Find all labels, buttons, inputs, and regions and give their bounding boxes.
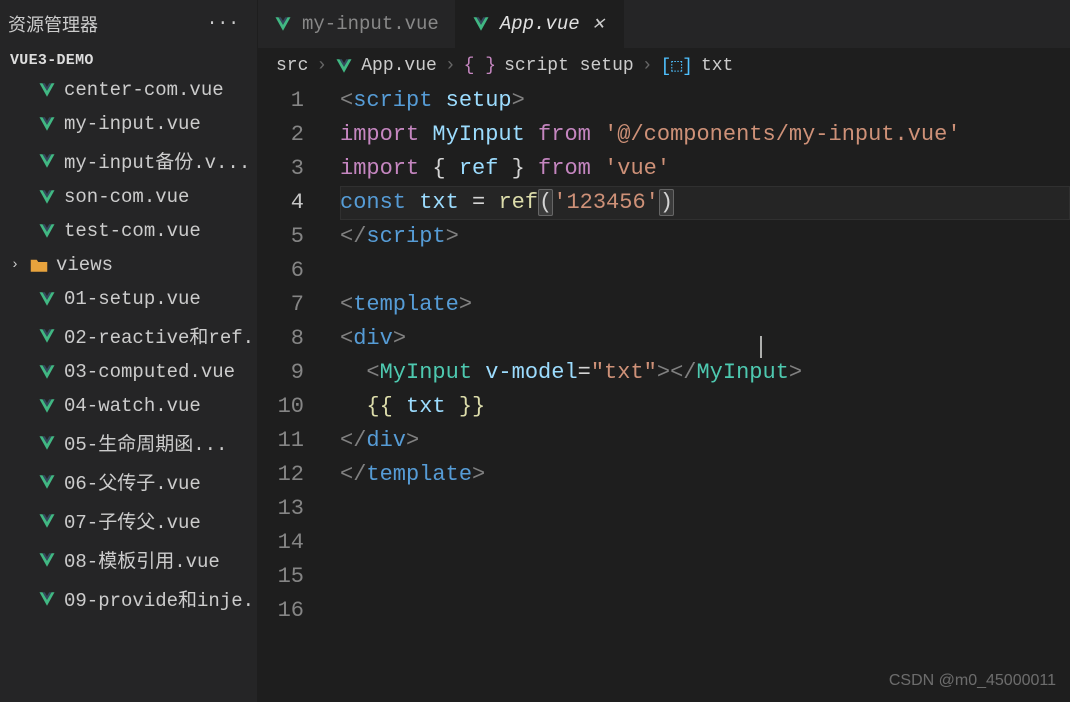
vue-icon bbox=[38, 551, 56, 569]
chevron-right-icon: › bbox=[642, 56, 653, 76]
file-item[interactable]: 01-setup.vue bbox=[0, 282, 257, 316]
file-item[interactable]: test-com.vue bbox=[0, 214, 257, 248]
file-item[interactable]: 07-子传父.vue bbox=[0, 501, 257, 540]
line-gutter: 12345678910111213141516 bbox=[258, 84, 322, 702]
vue-icon bbox=[38, 397, 56, 415]
chevron-right-icon: › bbox=[8, 257, 22, 273]
code-content[interactable]: <script setup> import MyInput from '@/co… bbox=[322, 84, 1070, 702]
file-item[interactable]: my-input.vue bbox=[0, 107, 257, 141]
breadcrumb-segment[interactable]: txt bbox=[701, 56, 733, 76]
vue-icon bbox=[38, 152, 56, 170]
explorer-sidebar: 资源管理器 ··· VUE3-DEMO center-com.vue my-inp… bbox=[0, 0, 258, 702]
tree-item-label: 05-生命周期函... bbox=[64, 429, 227, 456]
tab-label: my-input.vue bbox=[302, 13, 439, 35]
vue-icon bbox=[38, 473, 56, 491]
line-number: 14 bbox=[258, 526, 304, 560]
line-number: 9 bbox=[258, 356, 304, 390]
file-item[interactable]: center-com.vue bbox=[0, 73, 257, 107]
file-item[interactable]: 05-生命周期函... bbox=[0, 423, 257, 462]
tab-label: App.vue bbox=[500, 13, 580, 35]
vue-icon bbox=[38, 512, 56, 530]
vue-icon bbox=[38, 115, 56, 133]
line-number: 5 bbox=[258, 220, 304, 254]
chevron-right-icon: › bbox=[316, 56, 327, 76]
line-number: 6 bbox=[258, 254, 304, 288]
line-number: 7 bbox=[258, 288, 304, 322]
tree-item-label: 06-父传子.vue bbox=[64, 468, 201, 495]
folder-icon bbox=[30, 257, 48, 273]
vue-icon bbox=[472, 15, 490, 33]
breadcrumb-segment[interactable]: App.vue bbox=[361, 56, 437, 76]
line-number: 12 bbox=[258, 458, 304, 492]
vue-icon bbox=[38, 188, 56, 206]
tree-item-label: 02-reactive和ref.... bbox=[64, 322, 257, 349]
file-item[interactable]: 03-computed.vue bbox=[0, 355, 257, 389]
vue-icon bbox=[38, 434, 56, 452]
tree-item-label: 09-provide和inje... bbox=[64, 585, 257, 612]
file-item[interactable]: 02-reactive和ref.... bbox=[0, 316, 257, 355]
tab-App-vue[interactable]: App.vue ✕ bbox=[456, 0, 624, 48]
vue-icon bbox=[38, 363, 56, 381]
breadcrumb-segment[interactable]: src bbox=[276, 56, 308, 76]
tree-item-label: test-com.vue bbox=[64, 220, 201, 242]
tree-item-label: son-com.vue bbox=[64, 186, 189, 208]
line-number: 8 bbox=[258, 322, 304, 356]
vue-icon bbox=[335, 57, 353, 75]
line-number: 2 bbox=[258, 118, 304, 152]
text-cursor bbox=[760, 336, 762, 358]
file-item[interactable]: son-com.vue bbox=[0, 180, 257, 214]
file-item[interactable]: 04-watch.vue bbox=[0, 389, 257, 423]
line-number: 3 bbox=[258, 152, 304, 186]
more-icon[interactable]: ··· bbox=[201, 14, 245, 34]
tree-item-label: views bbox=[56, 254, 113, 276]
symbol-icon: [⬚] bbox=[661, 55, 693, 77]
file-item[interactable]: my-input备份.v... bbox=[0, 141, 257, 180]
tree-item-label: 04-watch.vue bbox=[64, 395, 201, 417]
project-name: VUE3-DEMO bbox=[10, 52, 94, 69]
line-number: 16 bbox=[258, 594, 304, 628]
tree-item-label: my-input备份.v... bbox=[64, 147, 250, 174]
tree-item-label: center-com.vue bbox=[64, 79, 224, 101]
line-number: 4 bbox=[258, 186, 304, 220]
code-editor[interactable]: 12345678910111213141516 <script setup> i… bbox=[258, 84, 1070, 702]
tab-bar: my-input.vue App.vue ✕ bbox=[258, 0, 1070, 48]
file-item[interactable]: 08-模板引用.vue bbox=[0, 540, 257, 579]
editor-area: my-input.vue App.vue ✕ src › App.vue › { }… bbox=[258, 0, 1070, 702]
sidebar-header: 资源管理器 ··· bbox=[0, 0, 257, 48]
file-item[interactable]: 06-父传子.vue bbox=[0, 462, 257, 501]
sidebar-title: 资源管理器 bbox=[8, 11, 98, 37]
line-number: 13 bbox=[258, 492, 304, 526]
vue-icon bbox=[38, 590, 56, 608]
tree-item-label: 08-模板引用.vue bbox=[64, 546, 220, 573]
tab-my-input-vue[interactable]: my-input.vue bbox=[258, 0, 456, 48]
breadcrumb-segment[interactable]: script setup bbox=[504, 56, 634, 76]
project-header[interactable]: VUE3-DEMO bbox=[0, 48, 257, 73]
vue-icon bbox=[38, 81, 56, 99]
vue-icon bbox=[38, 290, 56, 308]
file-tree: center-com.vue my-input.vue my-input备份.v..… bbox=[0, 73, 257, 702]
close-icon[interactable]: ✕ bbox=[590, 12, 607, 36]
braces-icon: { } bbox=[464, 56, 496, 76]
tree-item-label: 03-computed.vue bbox=[64, 361, 235, 383]
breadcrumb[interactable]: src › App.vue › { } script setup › [⬚] t… bbox=[258, 48, 1070, 84]
line-number: 11 bbox=[258, 424, 304, 458]
vue-icon bbox=[38, 222, 56, 240]
line-number: 10 bbox=[258, 390, 304, 424]
vue-icon bbox=[274, 15, 292, 33]
vue-icon bbox=[38, 327, 56, 345]
tree-item-label: 01-setup.vue bbox=[64, 288, 201, 310]
line-number: 1 bbox=[258, 84, 304, 118]
line-number: 15 bbox=[258, 560, 304, 594]
chevron-right-icon: › bbox=[445, 56, 456, 76]
tree-item-label: my-input.vue bbox=[64, 113, 201, 135]
folder-item[interactable]: › views bbox=[0, 248, 257, 282]
tree-item-label: 07-子传父.vue bbox=[64, 507, 201, 534]
watermark: CSDN @m0_45000011 bbox=[889, 672, 1056, 690]
file-item[interactable]: 09-provide和inje... bbox=[0, 579, 257, 618]
